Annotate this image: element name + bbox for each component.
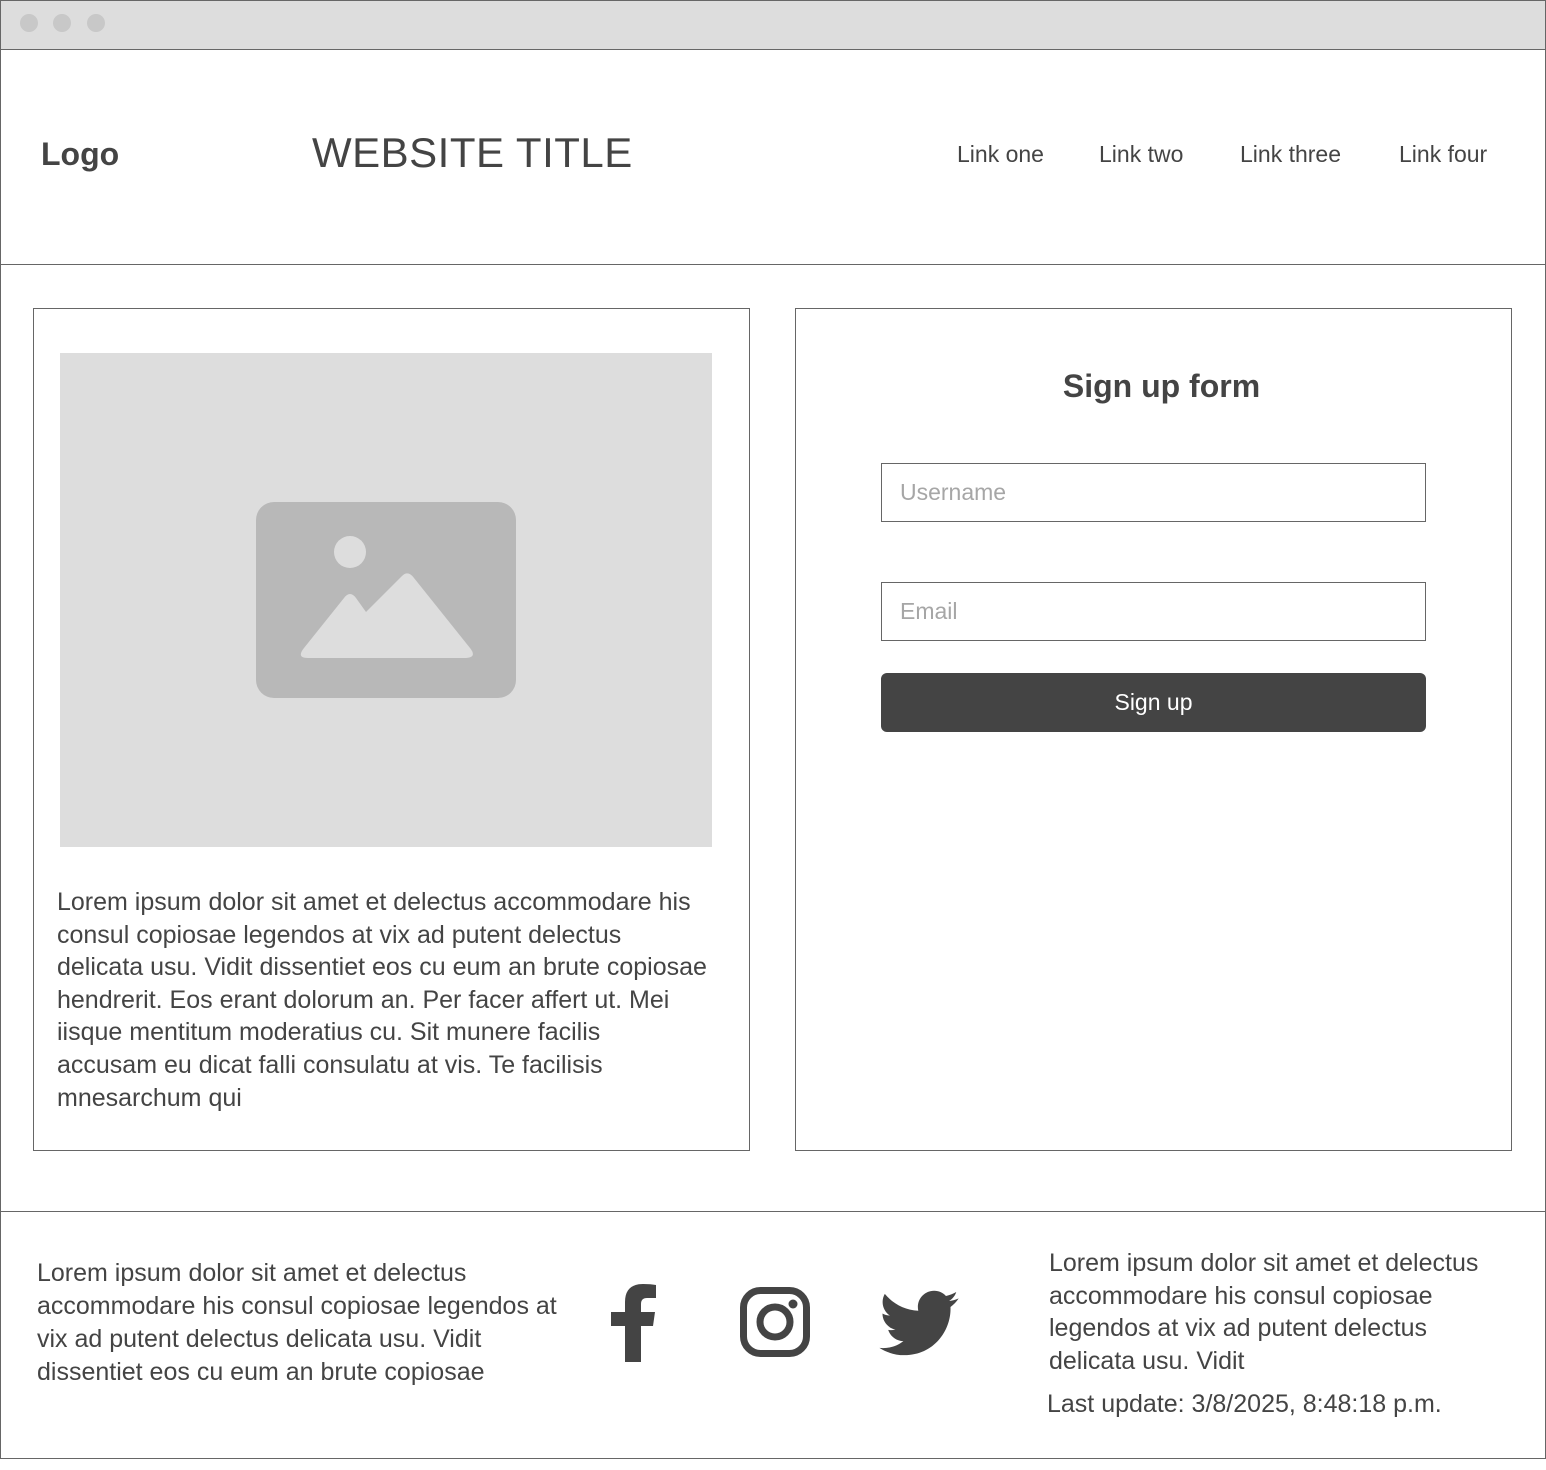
email-input[interactable] — [881, 582, 1426, 641]
username-input[interactable] — [881, 463, 1426, 522]
website-title: WEBSITE TITLE — [312, 129, 633, 176]
window-maximize-button[interactable] — [87, 14, 105, 32]
image-icon — [256, 502, 516, 698]
window-titlebar — [1, 1, 1545, 50]
image-placeholder — [60, 353, 712, 847]
facebook-icon[interactable] — [611, 1284, 657, 1362]
signup-form-panel: Sign up form Sign up — [795, 308, 1512, 1151]
twitter-icon[interactable] — [879, 1290, 959, 1356]
footer-text-left: Lorem ipsum dolor sit amet et delectus a… — [37, 1259, 557, 1386]
instagram-icon[interactable] — [740, 1287, 810, 1357]
site-footer: Lorem ipsum dolor sit amet et delectus a… — [1, 1211, 1545, 1459]
footer-text-right: Lorem ipsum dolor sit amet et delectus a… — [1049, 1249, 1479, 1375]
window-minimize-button[interactable] — [53, 14, 71, 32]
last-update-text: Last update: 3/8/2025, 8:48:18 p.m. — [1047, 1390, 1442, 1418]
window-close-button[interactable] — [20, 14, 38, 32]
nav-link-three[interactable]: Link three — [1240, 141, 1341, 168]
content-panel: Lorem ipsum dolor sit amet et delectus a… — [33, 308, 750, 1151]
signup-form-title: Sign up form — [1062, 368, 1261, 404]
site-header: Logo WEBSITE TITLE Link one Link two Lin… — [1, 50, 1545, 265]
nav-link-one[interactable]: Link one — [957, 141, 1044, 168]
signup-button[interactable]: Sign up — [881, 673, 1426, 732]
nav-link-two[interactable]: Link two — [1099, 141, 1183, 168]
logo[interactable]: Logo — [41, 136, 119, 173]
browser-window: Logo WEBSITE TITLE Link one Link two Lin… — [0, 0, 1546, 1459]
nav-link-four[interactable]: Link four — [1399, 141, 1487, 168]
content-paragraph: Lorem ipsum dolor sit amet et delectus a… — [57, 888, 707, 1112]
